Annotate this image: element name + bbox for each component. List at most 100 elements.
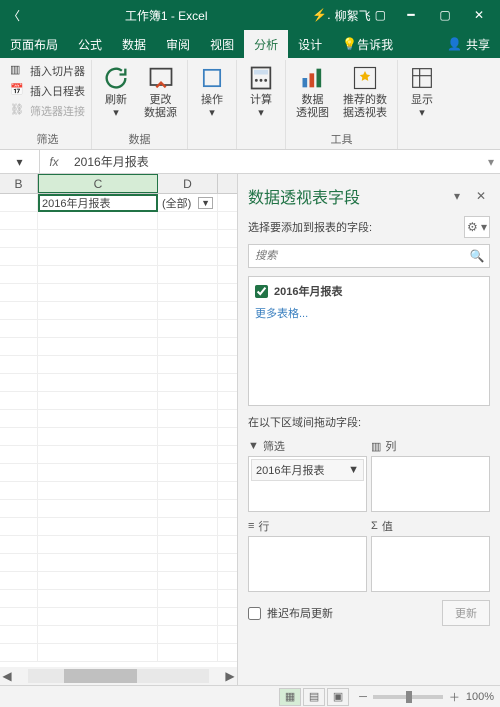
window-title: 工作簿1 - Excel [20, 7, 312, 24]
insert-slicer-button[interactable]: ▥插入切片器 [8, 62, 87, 80]
tab-tell-me[interactable]: 💡 告诉我 [332, 30, 403, 58]
actions-button[interactable]: 操作▾ [192, 62, 232, 122]
timeline-icon: 📅 [10, 83, 26, 99]
share-button[interactable]: 👤 共享 [437, 30, 500, 58]
expand-formula-icon[interactable]: ▾ [482, 155, 500, 169]
zoom-level[interactable]: 100% [466, 691, 494, 703]
pivot-areas: ▼筛选 2016年月报表▼ ▥列 ≡行 Σ值 [248, 436, 490, 592]
field-list: 2016年月报表 更多表格... [248, 276, 490, 406]
rows-icon: ≡ [248, 520, 254, 532]
zoom-out-button[interactable]: ─ [359, 691, 367, 703]
status-bar: ▦ ▤ ▣ ─ ＋ 100% [0, 685, 500, 707]
pivot-field-pane: 数据透视表字段 ▾ ✕ 选择要添加到报表的字段: ⚙ ▾ 🔍 2016年月报表 … [238, 174, 500, 685]
page-break-view-button[interactable]: ▣ [327, 688, 349, 706]
cell-c2[interactable]: 2016年月报表 [38, 194, 158, 211]
name-box[interactable]: ▾ [0, 150, 40, 173]
tab-analyze[interactable]: 分析 [244, 30, 288, 58]
calculations-button[interactable]: 计算▾ [241, 62, 281, 122]
worksheet: B C D 2016年月报表 (全部)▼ /*rows generated be… [0, 174, 238, 685]
field-label: 2016年月报表 [274, 283, 342, 299]
filter-link-icon: ⛓ [10, 103, 26, 119]
change-datasource-button[interactable]: 更改 数据源 [138, 62, 183, 122]
update-button[interactable]: 更新 [442, 600, 490, 626]
pane-subtitle: 选择要添加到报表的字段: [248, 219, 464, 235]
tab-review[interactable]: 审阅 [156, 30, 200, 58]
pivotchart-icon [299, 64, 327, 92]
ribbon-tabs: 页面布局 公式 数据 审阅 视图 分析 设计 💡 告诉我 👤 共享 [0, 30, 500, 58]
columns-area: ▥列 [371, 436, 490, 512]
pane-settings-button[interactable]: ⚙ ▾ [464, 216, 490, 238]
ribbon-group-actions: 操作▾ [188, 60, 237, 149]
maximize-button[interactable]: ▢ [428, 0, 462, 30]
cell[interactable] [0, 194, 38, 211]
slider-handle[interactable] [406, 691, 412, 703]
filter-dropdown-icon[interactable]: ▼ [198, 197, 213, 209]
pane-title: 数据透视表字段 [248, 184, 442, 208]
field-item[interactable]: 2016年月报表 [255, 283, 483, 299]
share-icon: 👤 [447, 37, 462, 51]
tab-view[interactable]: 视图 [200, 30, 244, 58]
tab-formulas[interactable]: 公式 [68, 30, 112, 58]
slicer-icon: ▥ [10, 63, 26, 79]
zoom-slider[interactable] [373, 695, 443, 699]
zoom-in-button[interactable]: ＋ [449, 689, 460, 705]
group-label: 筛选 [37, 129, 59, 149]
minimize-button[interactable]: ━ [394, 0, 428, 30]
qat: 〈 [8, 7, 20, 24]
sigma-icon: Σ [371, 520, 378, 532]
search-icon[interactable]: 🔍 [465, 245, 489, 267]
pane-options-icon[interactable]: ▾ [448, 189, 466, 203]
group-label: 工具 [331, 129, 353, 149]
tab-design[interactable]: 设计 [288, 30, 332, 58]
search-input[interactable] [249, 245, 465, 267]
columns-dropzone[interactable] [371, 456, 490, 512]
values-dropzone[interactable] [371, 536, 490, 592]
user-icon: ▢ [375, 8, 386, 22]
tab-page-layout[interactable]: 页面布局 [0, 30, 68, 58]
pane-close-icon[interactable]: ✕ [472, 189, 490, 203]
defer-checkbox[interactable] [248, 607, 261, 620]
field-checkbox[interactable] [255, 285, 268, 298]
close-button[interactable]: ✕ [462, 0, 496, 30]
insert-timeline-button[interactable]: 📅插入日程表 [8, 82, 87, 100]
recommended-pivot-button[interactable]: 推荐的数 据透视表 [337, 62, 393, 122]
cell-grid[interactable]: 2016年月报表 (全部)▼ /*rows generated below vi… [0, 194, 237, 667]
areas-label: 在以下区域间拖动字段: [248, 414, 490, 430]
filter-dropzone[interactable]: 2016年月报表▼ [248, 456, 367, 512]
pivotchart-button[interactable]: 数据 透视图 [290, 62, 335, 122]
user-prefix: ⚡. [312, 8, 330, 22]
formula-bar: ▾ fx 2016年月报表 ▾ [0, 150, 500, 174]
back-icon[interactable]: 〈 [8, 7, 20, 24]
filter-field-item[interactable]: 2016年月报表▼ [251, 459, 364, 481]
page-layout-view-button[interactable]: ▤ [303, 688, 325, 706]
filter-area: ▼筛选 2016年月报表▼ [248, 436, 367, 512]
more-tables-link[interactable]: 更多表格... [255, 305, 483, 321]
show-button[interactable]: 显示▾ [402, 62, 442, 122]
scroll-right-icon[interactable]: ▶ [223, 669, 237, 683]
refresh-icon [102, 64, 130, 92]
field-search[interactable]: 🔍 [248, 244, 490, 268]
col-header-c[interactable]: C [38, 174, 158, 193]
fx-icon[interactable]: fx [40, 155, 68, 169]
chevron-down-icon[interactable]: ▼ [348, 464, 359, 476]
col-header-d[interactable]: D [158, 174, 218, 193]
ribbon-group-data: 刷新▾ 更改 数据源 数据 [92, 60, 188, 149]
recommended-icon [351, 64, 379, 92]
rows-dropzone[interactable] [248, 536, 367, 592]
horizontal-scrollbar[interactable]: ◀ ▶ [0, 667, 237, 685]
filter-connections-button[interactable]: ⛓筛选器连接 [8, 102, 87, 120]
ribbon-group-tools: 数据 透视图 推荐的数 据透视表 工具 [286, 60, 398, 149]
rows-area: ≡行 [248, 516, 367, 592]
group-label: 数据 [129, 129, 151, 149]
scroll-left-icon[interactable]: ◀ [0, 669, 14, 683]
col-header-b[interactable]: B [0, 174, 38, 193]
refresh-button[interactable]: 刷新▾ [96, 62, 136, 122]
tab-data[interactable]: 数据 [112, 30, 156, 58]
ribbon-group-filter: ▥插入切片器 📅插入日程表 ⛓筛选器连接 筛选 [4, 60, 92, 149]
normal-view-button[interactable]: ▦ [279, 688, 301, 706]
ribbon-group-show: 显示▾ [398, 60, 446, 149]
formula-input[interactable]: 2016年月报表 [68, 153, 482, 170]
user-area[interactable]: ⚡. 柳絮飞 ▢ [312, 7, 386, 24]
scrollbar-thumb[interactable] [64, 669, 136, 683]
cell-d2[interactable]: (全部)▼ [158, 194, 218, 211]
